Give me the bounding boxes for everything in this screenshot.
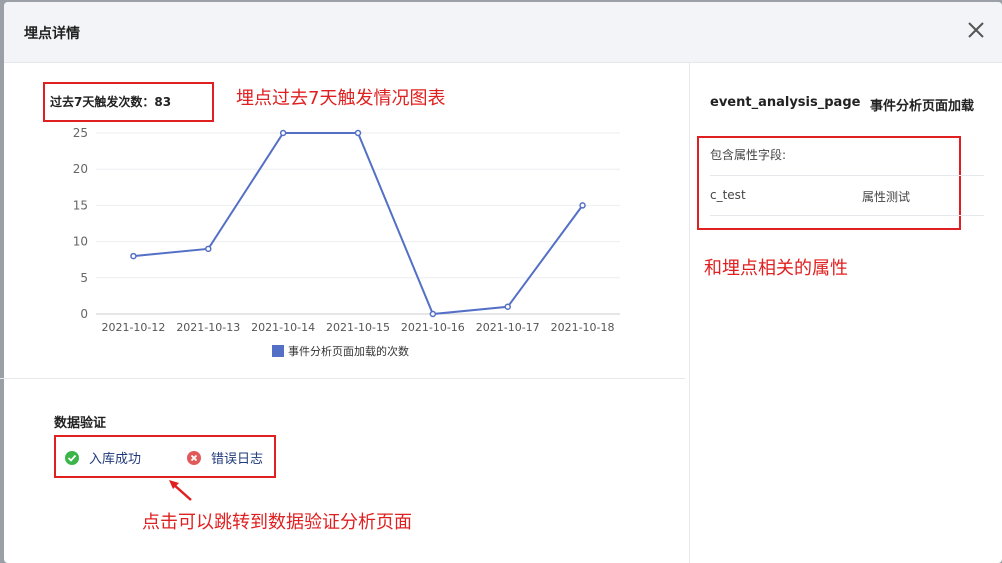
data-point bbox=[130, 252, 137, 260]
section-divider bbox=[0, 378, 685, 379]
close-icon bbox=[968, 22, 984, 38]
event-name: event_analysis_page bbox=[710, 95, 861, 110]
x-tick-label: 2021-10-16 bbox=[401, 321, 465, 334]
series-line bbox=[133, 132, 584, 316]
data-point bbox=[504, 303, 511, 311]
error-circle-icon bbox=[187, 450, 201, 465]
arrow-icon bbox=[169, 480, 192, 501]
properties-annotation: 和埋点相关的属性 bbox=[704, 258, 848, 279]
chart-legend[interactable]: 事件分析页面加载的次数 bbox=[272, 343, 409, 359]
error-label: 错误日志 bbox=[211, 452, 264, 467]
y-tick-label: 10 bbox=[73, 235, 88, 249]
close-button[interactable] bbox=[964, 18, 988, 42]
data-point bbox=[579, 202, 586, 209]
property-key: c_test bbox=[710, 188, 746, 202]
x-tick-label: 2021-10-14 bbox=[251, 321, 315, 334]
validation-annotation: 点击可以跳转到数据验证分析页面 bbox=[142, 512, 412, 533]
properties-label: 包含属性字段: bbox=[710, 148, 787, 162]
x-tick-label: 2021-10-12 bbox=[101, 321, 165, 334]
event-description: 事件分析页面加载 bbox=[870, 99, 975, 114]
x-tick-label: 2021-10-17 bbox=[476, 321, 540, 334]
success-label: 入库成功 bbox=[89, 452, 142, 467]
trigger-line-chart: 0 5 10 15 20 25 2021-10-12 2021-10-13 2021-10-14… bbox=[73, 126, 620, 334]
x-tick-label: 2021-10-18 bbox=[551, 321, 615, 334]
y-tick-label: 20 bbox=[73, 162, 88, 176]
property-value: 属性测试 bbox=[862, 190, 911, 204]
data-point bbox=[279, 129, 287, 137]
y-tick-label: 5 bbox=[80, 271, 88, 285]
y-tick-label: 15 bbox=[73, 198, 88, 212]
legend-label: 事件分析页面加载的次数 bbox=[288, 345, 409, 358]
error-log-link[interactable]: 错误日志 bbox=[187, 448, 263, 467]
check-circle-icon bbox=[65, 450, 79, 465]
x-tick-label: 2021-10-13 bbox=[176, 321, 240, 334]
legend-swatch bbox=[272, 345, 284, 357]
property-divider bbox=[710, 175, 984, 176]
validation-title: 数据验证 bbox=[54, 416, 107, 431]
y-tick-label: 0 bbox=[80, 307, 88, 321]
data-point bbox=[429, 310, 437, 318]
data-point bbox=[354, 129, 362, 137]
y-tick-label: 25 bbox=[73, 126, 88, 140]
success-link[interactable]: 入库成功 bbox=[65, 448, 141, 467]
data-point bbox=[205, 245, 212, 253]
x-tick-label: 2021-10-15 bbox=[326, 321, 390, 334]
property-divider bbox=[710, 215, 984, 216]
